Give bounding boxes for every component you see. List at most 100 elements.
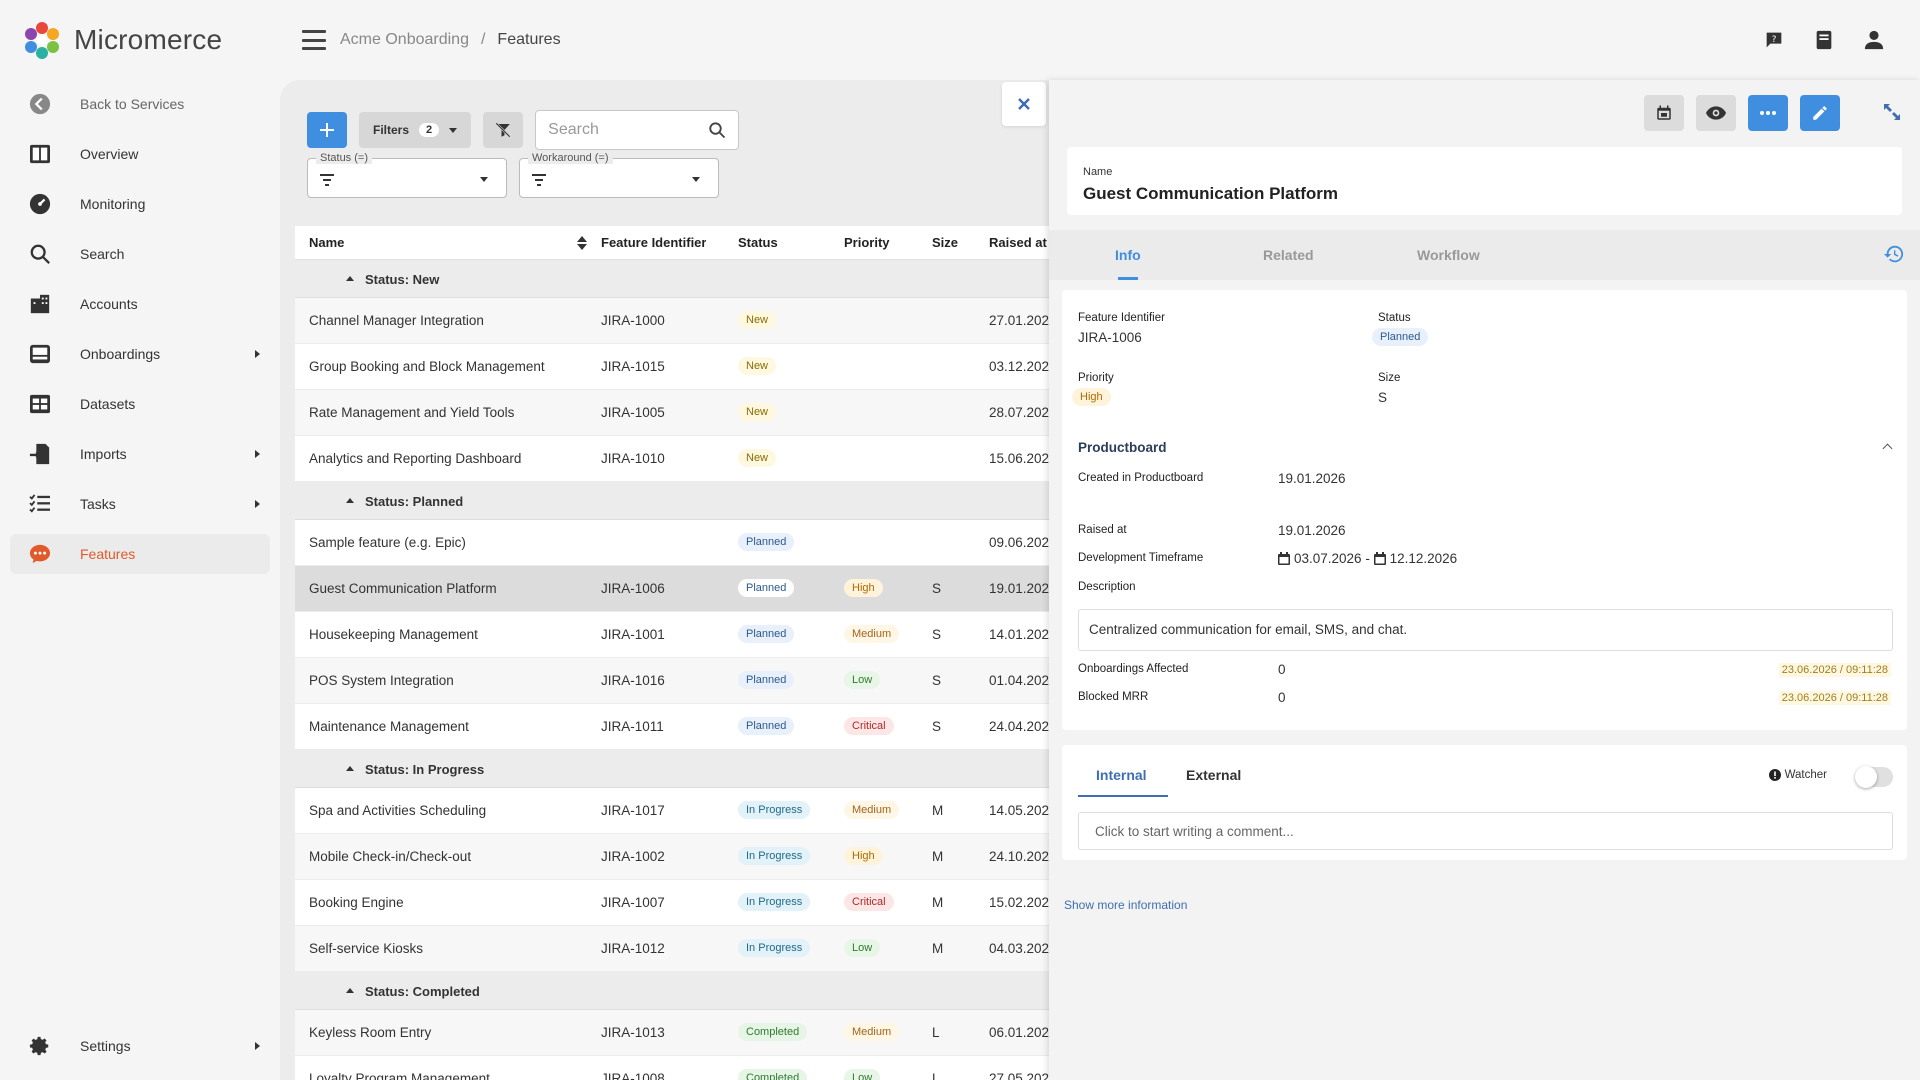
- column-header-feature-identifier[interactable]: Feature Identifier: [601, 235, 706, 250]
- sidebar-item-settings[interactable]: Settings: [10, 1026, 270, 1066]
- tab-related[interactable]: Related: [1263, 247, 1314, 263]
- user-icon[interactable]: [1862, 28, 1886, 52]
- raised-label: Raised at: [1078, 524, 1127, 536]
- tab-workflow[interactable]: Workflow: [1417, 247, 1480, 263]
- sort-icon[interactable]: [577, 236, 587, 250]
- cell-status: New: [738, 403, 777, 421]
- cell-status: New: [738, 357, 777, 375]
- table-row[interactable]: Analytics and Reporting Dashboard JIRA-10…: [295, 436, 1060, 482]
- group-row[interactable]: Status: Completed: [295, 972, 1060, 1010]
- column-header-size[interactable]: Size: [932, 235, 958, 250]
- help-chat-icon[interactable]: ?: [1762, 28, 1786, 52]
- search-field[interactable]: [535, 110, 740, 150]
- more-options-button[interactable]: [1748, 95, 1788, 131]
- tab-external-comments[interactable]: External: [1186, 767, 1241, 783]
- sidebar-item-label: Tasks: [80, 496, 116, 512]
- table-row[interactable]: POS System Integration JIRA-1016 Planned Lo…: [295, 658, 1060, 704]
- table-row[interactable]: Group Booking and Block Management JIRA-1…: [295, 344, 1060, 390]
- column-header-status[interactable]: Status: [738, 235, 778, 250]
- sidebar-item-features[interactable]: Features: [10, 534, 270, 574]
- cell-name: Mobile Check-in/Check-out: [309, 849, 472, 864]
- sidebar-item-datasets[interactable]: Datasets: [10, 384, 270, 424]
- cell-priority: Critical: [844, 717, 894, 735]
- comment-input[interactable]: [1078, 812, 1893, 850]
- table-row[interactable]: Guest Communication Platform JIRA-1006 Pla…: [295, 566, 1060, 612]
- cell-name: Keyless Room Entry: [309, 1025, 432, 1040]
- tab-internal-comments[interactable]: Internal: [1096, 767, 1147, 783]
- book-icon[interactable]: [1812, 28, 1836, 52]
- column-header-name[interactable]: Name: [309, 235, 589, 250]
- sidebar-item-tasks[interactable]: Tasks: [10, 484, 270, 524]
- breadcrumb-parent[interactable]: Acme Onboarding: [340, 31, 469, 49]
- table-row[interactable]: Self-service Kiosks JIRA-1012 In Progress L…: [295, 926, 1060, 972]
- filters-button[interactable]: Filters 2: [359, 112, 472, 148]
- sidebar-item-onboardings[interactable]: Onboardings: [10, 334, 270, 374]
- close-detail-button[interactable]: [1002, 82, 1046, 126]
- cell-size: L: [932, 1071, 940, 1080]
- table-row[interactable]: Loyalty Program Management JIRA-1008 Compl…: [295, 1056, 1060, 1080]
- filter-off-icon: [495, 122, 511, 138]
- edit-button[interactable]: [1800, 95, 1840, 131]
- app-logo[interactable]: Micromerce: [22, 20, 222, 60]
- tab-info[interactable]: Info: [1115, 247, 1141, 263]
- add-feature-button[interactable]: [307, 112, 347, 148]
- search-icon: [28, 242, 52, 266]
- table-row[interactable]: Keyless Room Entry JIRA-1013 Completed Medi…: [295, 1010, 1060, 1056]
- schedule-button[interactable]: [1644, 95, 1684, 131]
- show-more-link[interactable]: Show more information: [1064, 898, 1187, 912]
- sidebar-item-accounts[interactable]: Accounts: [10, 284, 270, 324]
- table-row[interactable]: Spa and Activities Scheduling JIRA-1017 In…: [295, 788, 1060, 834]
- table-row[interactable]: Housekeeping Management JIRA-1001 Planned M…: [295, 612, 1060, 658]
- status-badge: In Progress: [738, 847, 811, 865]
- group-row[interactable]: Status: Planned: [295, 482, 1060, 520]
- sidebar-item-label: Search: [80, 246, 125, 262]
- chevron-up-icon[interactable]: [1882, 443, 1893, 454]
- sidebar-item-imports[interactable]: Imports: [10, 434, 270, 474]
- column-header-priority[interactable]: Priority: [844, 235, 890, 250]
- sidebar-item-overview[interactable]: Overview: [10, 134, 270, 174]
- feature-name: Guest Communication Platform: [1083, 184, 1339, 203]
- workaround-filter-select[interactable]: Workaround (=): [519, 152, 719, 198]
- sidebar-item-back-to-services[interactable]: Back to Services: [10, 84, 270, 124]
- menu-toggle-icon[interactable]: [302, 30, 326, 50]
- clear-filters-button[interactable]: [483, 112, 524, 148]
- breadcrumb-separator: /: [480, 31, 486, 48]
- info-icon: [1768, 769, 1781, 781]
- search-input[interactable]: [548, 121, 689, 139]
- chevron-up-icon: [346, 276, 354, 281]
- info-card: Feature Identifier JIRA-1006 Status Plan…: [1062, 290, 1907, 730]
- features-table: Name Feature Identifier Status Priority …: [295, 226, 1060, 1080]
- table-row[interactable]: Channel Manager Integration JIRA-1000 New 2…: [295, 298, 1060, 344]
- cell-priority: Low: [844, 671, 881, 689]
- description-label: Description: [1078, 581, 1136, 593]
- group-row[interactable]: Status: In Progress: [295, 750, 1060, 788]
- group-row[interactable]: Status: New: [295, 260, 1060, 298]
- sidebar-item-search[interactable]: Search: [10, 234, 270, 274]
- watcher-toggle[interactable]: [1855, 766, 1893, 788]
- status-badge: Planned: [738, 533, 795, 551]
- status-filter-select[interactable]: Status (=): [307, 152, 507, 198]
- search-icon[interactable]: [708, 121, 726, 139]
- table-row[interactable]: Maintenance Management JIRA-1011 Planned Cr…: [295, 704, 1060, 750]
- history-icon[interactable]: [1883, 243, 1905, 268]
- priority-badge: High: [844, 847, 883, 865]
- sidebar-item-monitoring[interactable]: Monitoring: [10, 184, 270, 224]
- table-row[interactable]: Sample feature (e.g. Epic) Planned 09.06.2…: [295, 520, 1060, 566]
- cell-name: Group Booking and Block Management: [309, 359, 545, 374]
- description-value[interactable]: Centralized communication for email, SMS…: [1078, 609, 1893, 651]
- cell-feature-identifier: JIRA-1006: [601, 581, 665, 596]
- table-row[interactable]: Rate Management and Yield Tools JIRA-1005…: [295, 390, 1060, 436]
- status-badge: Planned: [738, 671, 795, 689]
- status-badge: New: [738, 311, 777, 329]
- cell-name: Self-service Kiosks: [309, 941, 424, 956]
- cell-name: Analytics and Reporting Dashboard: [309, 451, 522, 466]
- watch-button[interactable]: [1696, 95, 1736, 131]
- table-row[interactable]: Booking Engine JIRA-1007 In Progress Critic…: [295, 880, 1060, 926]
- watcher-control: Watcher: [1768, 769, 1827, 781]
- cell-status: Completed: [738, 1023, 808, 1041]
- expand-icon[interactable]: [1882, 102, 1902, 125]
- table-body: Status: New Channel Manager Integration JI…: [295, 260, 1060, 1080]
- table-row[interactable]: Mobile Check-in/Check-out JIRA-1002 In Pro…: [295, 834, 1060, 880]
- cell-name: Rate Management and Yield Tools: [309, 405, 515, 420]
- status-badge: Planned: [1372, 328, 1429, 346]
